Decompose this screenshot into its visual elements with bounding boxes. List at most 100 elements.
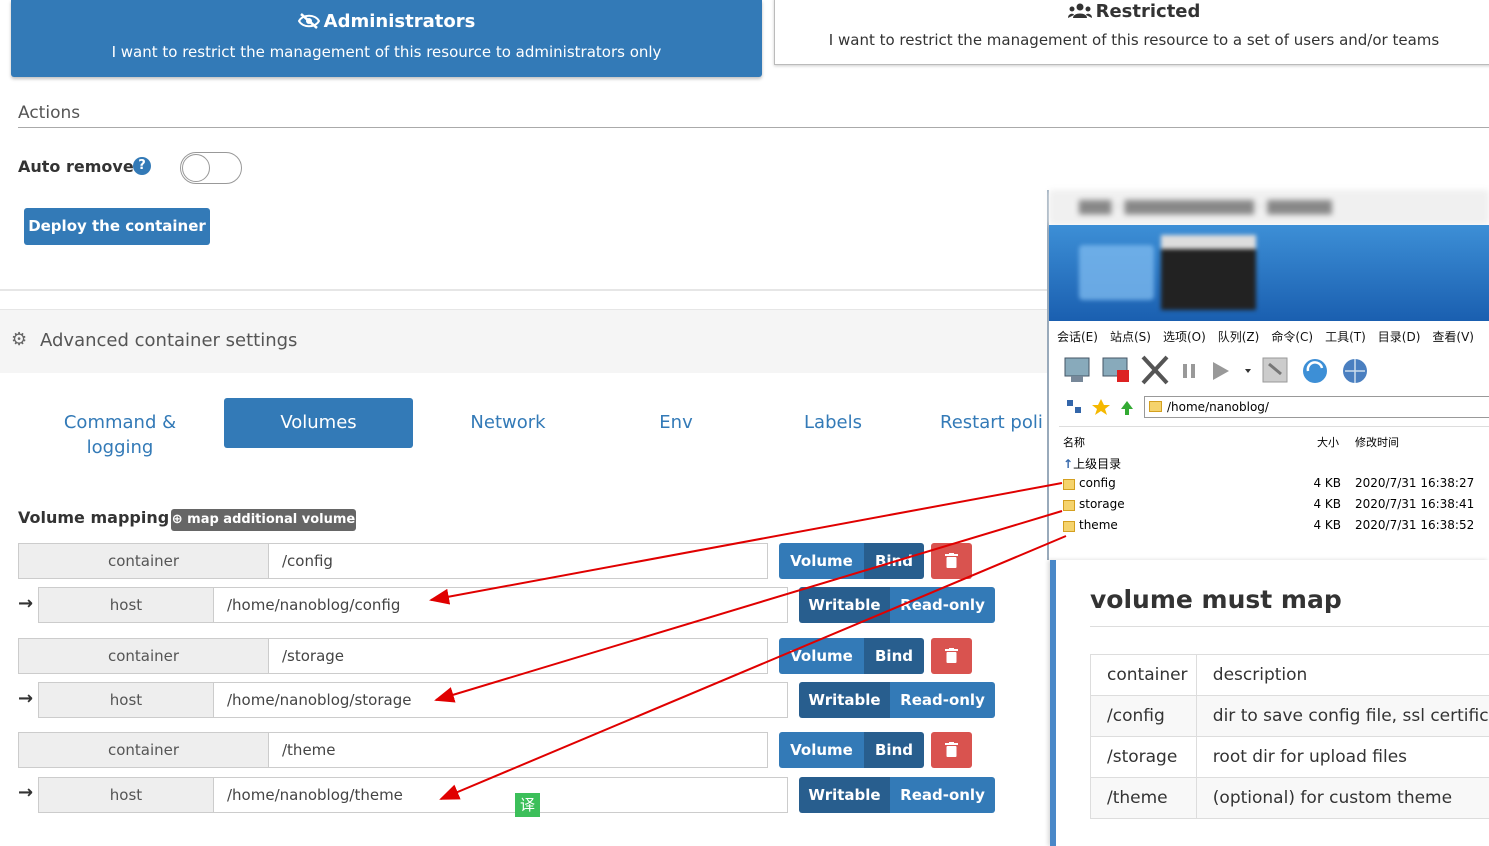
folder-icon xyxy=(1149,401,1162,412)
readonly-button[interactable]: Read-only xyxy=(890,587,995,623)
trash-icon xyxy=(945,742,958,757)
tab-network[interactable]: Network xyxy=(438,398,578,448)
writable-button[interactable]: Writable xyxy=(799,777,890,813)
deploy-container-button[interactable]: Deploy the container xyxy=(24,208,210,245)
star-icon xyxy=(1092,399,1110,415)
tree-icon xyxy=(1067,400,1081,413)
host-path-input[interactable]: /home/nanoblog/theme xyxy=(214,777,788,813)
ftp-file-row[interactable]: config 4 KB 2020/7/31 16:38:27 xyxy=(1063,476,1483,496)
ftp-toolbar xyxy=(1064,355,1367,385)
container-path-input[interactable]: /config xyxy=(269,543,768,579)
admin-card-title: Administrators xyxy=(323,11,476,32)
ftp-menu-item[interactable]: 查看(V) xyxy=(1432,330,1474,344)
table-cell: dir to save config file, ssl certifica xyxy=(1195,695,1489,737)
actions-section-title: Actions xyxy=(18,103,81,123)
disconnect-icon xyxy=(1102,357,1129,382)
folder-icon xyxy=(1063,479,1075,490)
table-row: /storage root dir for upload files xyxy=(1090,736,1489,778)
ftp-window-title: ▇▇▇ · ▇▇▇▇▇▇▇▇▇▇▇▇ · ▇▇▇▇▇▇ xyxy=(1049,190,1489,225)
readonly-button[interactable]: Read-only xyxy=(890,777,995,813)
docs-panel: volume must map container description /c… xyxy=(1050,560,1489,846)
remove-volume-button[interactable] xyxy=(931,638,972,674)
ftp-menu-item[interactable]: 目录(D) xyxy=(1378,330,1421,344)
access-admin-card[interactable]: Administrators I want to restrict the ma… xyxy=(11,0,762,77)
restricted-card-desc: I want to restrict the management of thi… xyxy=(828,31,1440,49)
container-path-input[interactable]: /theme xyxy=(269,732,768,768)
volume-button[interactable]: Volume xyxy=(779,732,864,768)
docs-table: container description /config dir to sav… xyxy=(1090,654,1489,819)
divider xyxy=(0,289,1050,291)
refresh-icon xyxy=(1303,359,1327,383)
ftp-file-row[interactable]: theme 4 KB 2020/7/31 16:38:52 xyxy=(1063,518,1483,538)
plus-circle-icon: ⊕ xyxy=(171,512,188,527)
ftp-menu-item[interactable]: 选项(O) xyxy=(1163,330,1206,344)
remove-volume-button[interactable] xyxy=(931,543,972,579)
table-cell: (optional) for custom theme xyxy=(1195,777,1489,819)
toggle-knob xyxy=(182,154,210,182)
volume-mapping-title: Volume mapping xyxy=(18,508,170,527)
bind-button[interactable]: Bind xyxy=(864,638,924,674)
table-header-row: container description xyxy=(1090,654,1489,696)
docs-title: volume must map xyxy=(1090,585,1342,614)
auto-remove-label: Auto remove xyxy=(18,157,134,176)
writable-button[interactable]: Writable xyxy=(799,682,890,718)
translate-badge[interactable]: 译 xyxy=(515,793,540,817)
tab-env[interactable]: Env xyxy=(620,398,732,448)
tab-volumes[interactable]: Volumes xyxy=(224,398,413,448)
play-icon xyxy=(1213,362,1251,380)
arrow-right-icon: → xyxy=(18,688,34,709)
globe-icon xyxy=(1343,359,1367,383)
docs-divider xyxy=(1090,626,1489,627)
volume-button[interactable]: Volume xyxy=(779,543,864,579)
ftp-menu-item[interactable]: 命令(C) xyxy=(1271,330,1313,344)
host-path-input[interactable]: /home/nanoblog/config xyxy=(214,587,788,623)
tab-labels[interactable]: Labels xyxy=(770,398,896,448)
remove-volume-button[interactable] xyxy=(931,732,972,768)
trash-icon xyxy=(945,553,958,568)
ftp-client-window: ▇▇▇ · ▇▇▇▇▇▇▇▇▇▇▇▇ · ▇▇▇▇▇▇ 会话(E) 站点(S) 选项… xyxy=(1047,190,1489,560)
table-row: /theme (optional) for custom theme xyxy=(1090,777,1489,819)
ftp-file-row[interactable]: storage 4 KB 2020/7/31 16:38:41 xyxy=(1063,497,1483,517)
container-path-input[interactable]: /storage xyxy=(269,638,768,674)
readonly-button[interactable]: Read-only xyxy=(890,682,995,718)
host-label: host xyxy=(38,682,214,718)
gear-icon: ⚙ xyxy=(11,329,28,350)
users-icon xyxy=(1067,3,1092,18)
host-label: host xyxy=(38,587,214,623)
ftp-menu-item[interactable]: 工具(T) xyxy=(1325,330,1366,344)
advanced-settings-title: Advanced container settings xyxy=(40,330,298,351)
folder-icon xyxy=(1063,521,1075,532)
ftp-col-modified[interactable]: 修改时间 xyxy=(1355,434,1399,450)
ftp-banner-art xyxy=(1079,235,1256,310)
ftp-banner xyxy=(1049,225,1489,321)
table-cell: /theme xyxy=(1090,777,1197,819)
table-row: /config dir to save config file, ssl cer… xyxy=(1090,695,1489,737)
question-circle-icon[interactable]: ? xyxy=(133,157,151,175)
access-restricted-card[interactable]: Restricted I want to restrict the manage… xyxy=(774,0,1489,65)
ftp-menu-item[interactable]: 会话(E) xyxy=(1057,330,1098,344)
auto-remove-toggle[interactable] xyxy=(180,152,242,184)
ftp-parent-dir[interactable]: ↑上级目录 xyxy=(1063,455,1121,475)
container-label: container xyxy=(18,638,269,674)
ftp-col-size[interactable]: 大小 xyxy=(1317,434,1339,450)
eye-slash-icon xyxy=(297,13,320,29)
ftp-menu-item[interactable]: 队列(Z) xyxy=(1218,330,1260,344)
ftp-col-name[interactable]: 名称 xyxy=(1063,434,1085,450)
writable-button[interactable]: Writable xyxy=(799,587,890,623)
bind-button[interactable]: Bind xyxy=(864,732,924,768)
table-cell: /storage xyxy=(1090,736,1197,778)
table-header: description xyxy=(1195,654,1489,696)
bind-button[interactable]: Bind xyxy=(864,543,924,579)
arrow-right-icon: → xyxy=(18,782,34,803)
host-label: host xyxy=(38,777,214,813)
volume-button[interactable]: Volume xyxy=(779,638,864,674)
ftp-menu-item[interactable]: 站点(S) xyxy=(1110,330,1151,344)
tab-command-logging[interactable]: Command & logging xyxy=(40,410,200,460)
ftp-path-input[interactable]: /home/nanoblog/ xyxy=(1144,396,1489,418)
ftp-list-divider xyxy=(1059,426,1489,427)
table-header: container xyxy=(1090,654,1197,696)
host-path-input[interactable]: /home/nanoblog/storage xyxy=(214,682,788,718)
map-additional-volume-button[interactable]: ⊕ map additional volume xyxy=(171,509,356,531)
tab-restart-policy[interactable]: Restart poli xyxy=(940,398,1050,448)
ftp-menu-bar: 会话(E) 站点(S) 选项(O) 队列(Z) 命令(C) 工具(T) 目录(D) 查看(V) xyxy=(1057,328,1486,345)
